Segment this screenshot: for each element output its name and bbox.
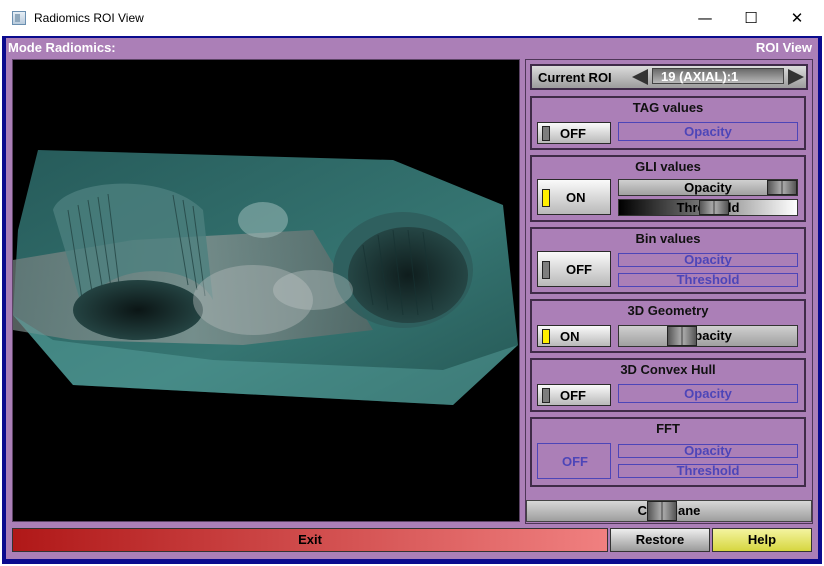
minimize-button[interactable]: — [682,0,728,36]
restore-button[interactable]: Restore [610,528,710,552]
window-title: Radiomics ROI View [34,11,144,25]
gli-threshold-slider[interactable]: Threshold [618,199,798,216]
gli-values-title: GLI values [635,159,701,174]
roi-prev-arrow-icon[interactable] [632,69,648,85]
left-hole [73,280,203,340]
3d-convex-hull-opacity-slider[interactable]: Opacity [618,384,798,403]
current-roi-label: Current ROI [538,70,612,85]
fft-threshold-slider[interactable]: Threshold [618,464,798,478]
slider-thumb[interactable] [699,200,729,215]
gli-values-toggle[interactable]: ON [537,179,611,215]
toggle-indicator-icon [542,126,550,141]
current-roi-value: 19 (AXIAL):1 [652,68,784,84]
gli-values-panel: GLI values ON Opacity Threshold [530,155,806,222]
3d-geometry-title: 3D Geometry [627,303,709,318]
3d-convex-hull-toggle[interactable]: OFF [537,384,611,406]
app-icon [12,11,26,25]
clip-plane-slider[interactable]: Clip Plane [526,500,812,522]
toggle-indicator-icon [542,388,550,403]
view-label: ROI View [755,40,812,55]
gli-opacity-label: Opacity [684,180,732,195]
slider-thumb[interactable] [667,326,697,346]
current-roi-selector: Current ROI 19 (AXIAL):1 [530,64,808,90]
control-panel: Current ROI 19 (AXIAL):1 TAG values OFF … [525,59,813,524]
fft-title: FFT [656,421,680,436]
exit-button[interactable]: Exit [12,528,608,552]
mode-label: Mode Radiomics: [8,40,116,55]
toggle-indicator-icon [542,261,550,279]
tag-values-toggle-label: OFF [560,126,586,141]
fft-toggle-label: OFF [562,454,588,469]
bin-values-toggle[interactable]: OFF [537,251,611,287]
fft-panel: FFT OFF Opacity Threshold [530,417,806,487]
bin-values-panel: Bin values OFF Opacity Threshold [530,227,806,294]
slider-thumb[interactable] [767,180,797,195]
3d-geometry-toggle[interactable]: ON [537,325,611,347]
fft-opacity-slider[interactable]: Opacity [618,444,798,458]
3d-convex-hull-toggle-label: OFF [560,388,586,403]
tag-opacity-slider[interactable]: Opacity [618,122,798,141]
toggle-indicator-icon [542,189,550,207]
gli-opacity-slider[interactable]: Opacity [618,179,798,196]
bin-values-title: Bin values [635,231,701,246]
bin-threshold-slider[interactable]: Threshold [618,273,798,287]
roi-3d-viewport[interactable] [12,59,520,522]
app-client: Mode Radiomics: ROI View Current ROI 19 … [6,38,818,559]
tag-values-title: TAG values [632,100,704,115]
title-bar: Radiomics ROI View — ☐ ✕ [0,0,824,36]
help-button[interactable]: Help [712,528,812,552]
3d-geometry-panel: 3D Geometry ON Opacity [530,299,806,353]
fft-toggle[interactable]: OFF [537,443,611,479]
close-button[interactable]: ✕ [774,0,820,36]
maximize-button[interactable]: ☐ [728,0,774,36]
3d-geometry-toggle-label: ON [560,329,580,344]
roi-next-arrow-icon[interactable] [788,69,804,85]
roi-3d-render [13,150,518,405]
toggle-indicator-icon [542,329,550,344]
bin-opacity-slider[interactable]: Opacity [618,253,798,267]
bin-values-toggle-label: OFF [566,262,592,277]
3d-convex-hull-title: 3D Convex Hull [620,362,716,377]
slider-thumb[interactable] [647,501,677,521]
tag-values-panel: TAG values OFF Opacity [530,96,806,150]
3d-geometry-opacity-slider[interactable]: Opacity [618,325,798,347]
3d-convex-hull-panel: 3D Convex Hull OFF Opacity [530,358,806,412]
gli-values-toggle-label: ON [566,190,586,205]
tag-values-toggle[interactable]: OFF [537,122,611,144]
app-window: Radiomics ROI View — ☐ ✕ Mode Radiomics:… [0,0,824,566]
